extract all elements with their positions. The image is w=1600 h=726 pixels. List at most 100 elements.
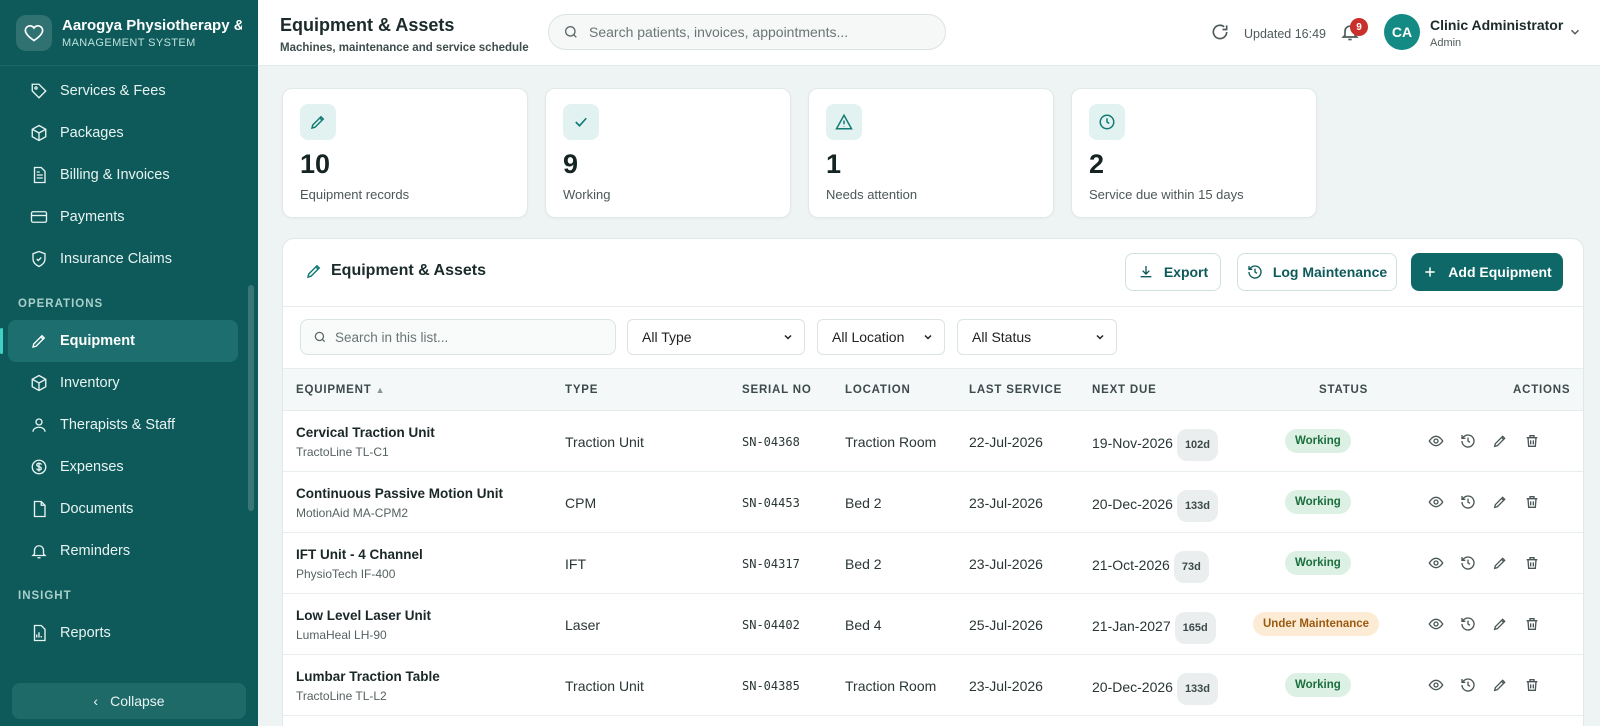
refresh-icon[interactable] bbox=[1210, 22, 1232, 44]
table-row[interactable]: Cervical Traction Unit TractoLine TL-C1 Tr… bbox=[283, 411, 1583, 472]
history-icon[interactable] bbox=[1458, 614, 1478, 634]
sidebar-item-billing[interactable]: Billing & Invoices bbox=[0, 154, 258, 196]
last-service: 23-Jul-2026 bbox=[969, 678, 1043, 694]
last-service: 25-Jul-2026 bbox=[969, 617, 1043, 633]
sidebar-item-staff[interactable]: Therapists & Staff bbox=[0, 404, 258, 446]
file-icon bbox=[30, 500, 48, 518]
equipment-name[interactable]: Cervical Traction Unit bbox=[296, 425, 435, 440]
stat-label: Service due within 15 days bbox=[1089, 187, 1244, 202]
sidebar-item-packages[interactable]: Packages bbox=[0, 112, 258, 154]
nav-section-operations: OPERATIONS bbox=[18, 298, 104, 310]
sidebar-item-reminders[interactable]: Reminders bbox=[0, 530, 258, 572]
sidebar-item-expenses[interactable]: Expenses bbox=[0, 446, 258, 488]
history-icon[interactable] bbox=[1458, 553, 1478, 573]
plus-icon bbox=[1422, 264, 1438, 280]
user-name: Clinic Administrator bbox=[1430, 17, 1564, 33]
column-header-actions: ACTIONS bbox=[1513, 384, 1571, 396]
box-icon bbox=[30, 124, 48, 142]
avatar[interactable]: CA bbox=[1384, 14, 1420, 50]
edit-icon[interactable] bbox=[1490, 553, 1510, 573]
location-filter[interactable]: All Location bbox=[817, 319, 945, 355]
global-search-input[interactable] bbox=[589, 24, 929, 40]
view-icon[interactable] bbox=[1426, 614, 1446, 634]
history-icon[interactable] bbox=[1458, 492, 1478, 512]
user-role: Admin bbox=[1430, 37, 1462, 49]
delete-icon[interactable] bbox=[1522, 614, 1542, 634]
column-header-serial[interactable]: SERIAL NO bbox=[742, 384, 812, 396]
equipment-name[interactable]: IFT Unit - 4 Channel bbox=[296, 547, 423, 562]
table-row[interactable]: Continuous Passive Motion Unit MotionAid … bbox=[283, 472, 1583, 533]
sidebar-scrollbar[interactable] bbox=[248, 285, 254, 511]
equipment-panel: Equipment & Assets Export Log Maintenanc… bbox=[282, 238, 1584, 726]
edit-icon[interactable] bbox=[1490, 614, 1510, 634]
collapse-button[interactable]: ‹ Collapse bbox=[12, 683, 246, 719]
delete-icon[interactable] bbox=[1522, 492, 1542, 512]
column-header-equipment[interactable]: EQUIPMENT ▲ bbox=[296, 384, 385, 396]
equipment-name[interactable]: Lumbar Traction Table bbox=[296, 669, 440, 684]
list-search[interactable] bbox=[300, 319, 616, 355]
view-icon[interactable] bbox=[1426, 492, 1446, 512]
search-icon bbox=[313, 330, 327, 344]
delete-icon[interactable] bbox=[1522, 431, 1542, 451]
table-row[interactable]: Lumbar Traction Table TractoLine TL-L2 Tra… bbox=[283, 655, 1583, 716]
serial-number: SN-04402 bbox=[742, 618, 800, 632]
sidebar-item-label: Reports bbox=[60, 625, 111, 641]
column-header-type[interactable]: TYPE bbox=[565, 384, 598, 396]
status-badge: Under Maintenance bbox=[1253, 612, 1380, 636]
sidebar-item-reports[interactable]: Reports bbox=[0, 612, 258, 654]
sidebar-item-payments[interactable]: Payments bbox=[0, 196, 258, 238]
updated-time: Updated 16:49 bbox=[1244, 27, 1327, 41]
sidebar-item-services[interactable]: Services & Fees bbox=[0, 70, 258, 112]
column-header-status[interactable]: STATUS bbox=[1319, 384, 1368, 396]
sidebar-item-equipment[interactable]: Equipment bbox=[0, 320, 238, 362]
last-service: 23-Jul-2026 bbox=[969, 495, 1043, 511]
stat-value: 2 bbox=[1089, 149, 1105, 179]
sidebar-item-label: Insurance Claims bbox=[60, 251, 173, 267]
view-icon[interactable] bbox=[1426, 553, 1446, 573]
stat-value: 9 bbox=[563, 149, 579, 179]
location: Traction Room bbox=[845, 434, 937, 450]
equipment-type: Laser bbox=[565, 617, 601, 633]
sidebar-item-documents[interactable]: Documents bbox=[0, 488, 258, 530]
next-due: 20-Dec-2026 133d bbox=[1092, 490, 1219, 522]
stat-card-service-due: 2 Service due within 15 days bbox=[1071, 88, 1317, 218]
status-filter[interactable]: All Status bbox=[957, 319, 1117, 355]
edit-icon[interactable] bbox=[1490, 675, 1510, 695]
column-header-next-due[interactable]: NEXT DUE bbox=[1092, 384, 1157, 396]
status-badge: Working bbox=[1285, 490, 1351, 514]
list-search-input[interactable] bbox=[335, 329, 605, 345]
table-row[interactable]: Low Level Laser Unit LumaHeal LH-90 Laser S… bbox=[283, 594, 1583, 655]
history-icon[interactable] bbox=[1458, 675, 1478, 695]
stat-label: Equipment records bbox=[300, 187, 410, 202]
view-icon[interactable] bbox=[1426, 675, 1446, 695]
status-badge: Working bbox=[1285, 429, 1351, 453]
sort-asc-icon: ▲ bbox=[375, 385, 386, 395]
sidebar-item-inventory[interactable]: Inventory bbox=[0, 362, 258, 404]
column-header-location[interactable]: LOCATION bbox=[845, 384, 911, 396]
table-row[interactable]: IFT Unit - 4 Channel PhysioTech IF-400 IFT… bbox=[283, 533, 1583, 594]
edit-icon[interactable] bbox=[1490, 431, 1510, 451]
history-icon[interactable] bbox=[1458, 431, 1478, 451]
next-due-date: 21-Oct-2026 bbox=[1092, 557, 1170, 573]
delete-icon[interactable] bbox=[1522, 675, 1542, 695]
add-equipment-button[interactable]: Add Equipment bbox=[1411, 253, 1563, 291]
days-badge: 73d bbox=[1173, 551, 1209, 583]
stat-value: 10 bbox=[300, 149, 331, 179]
stat-value: 1 bbox=[826, 149, 842, 179]
column-header-last-service[interactable]: LAST SERVICE bbox=[969, 384, 1062, 396]
export-button[interactable]: Export bbox=[1125, 253, 1221, 291]
sidebar-item-insurance[interactable]: Insurance Claims bbox=[0, 238, 258, 280]
type-filter[interactable]: All Type bbox=[627, 319, 805, 355]
global-search[interactable] bbox=[548, 14, 946, 50]
delete-icon[interactable] bbox=[1522, 553, 1542, 573]
equipment-name[interactable]: Continuous Passive Motion Unit bbox=[296, 486, 503, 501]
edit-icon[interactable] bbox=[1490, 492, 1510, 512]
panel-title: Equipment & Assets bbox=[331, 262, 486, 279]
equipment-name[interactable]: Low Level Laser Unit bbox=[296, 608, 431, 623]
view-icon[interactable] bbox=[1426, 431, 1446, 451]
log-maintenance-button[interactable]: Log Maintenance bbox=[1237, 253, 1397, 291]
brand-title: Aarogya Physiotherapy & I bbox=[62, 16, 242, 34]
heart-icon bbox=[16, 14, 52, 51]
next-due-date: 20-Dec-2026 bbox=[1092, 496, 1173, 512]
chevron-down-icon[interactable] bbox=[1568, 25, 1582, 39]
